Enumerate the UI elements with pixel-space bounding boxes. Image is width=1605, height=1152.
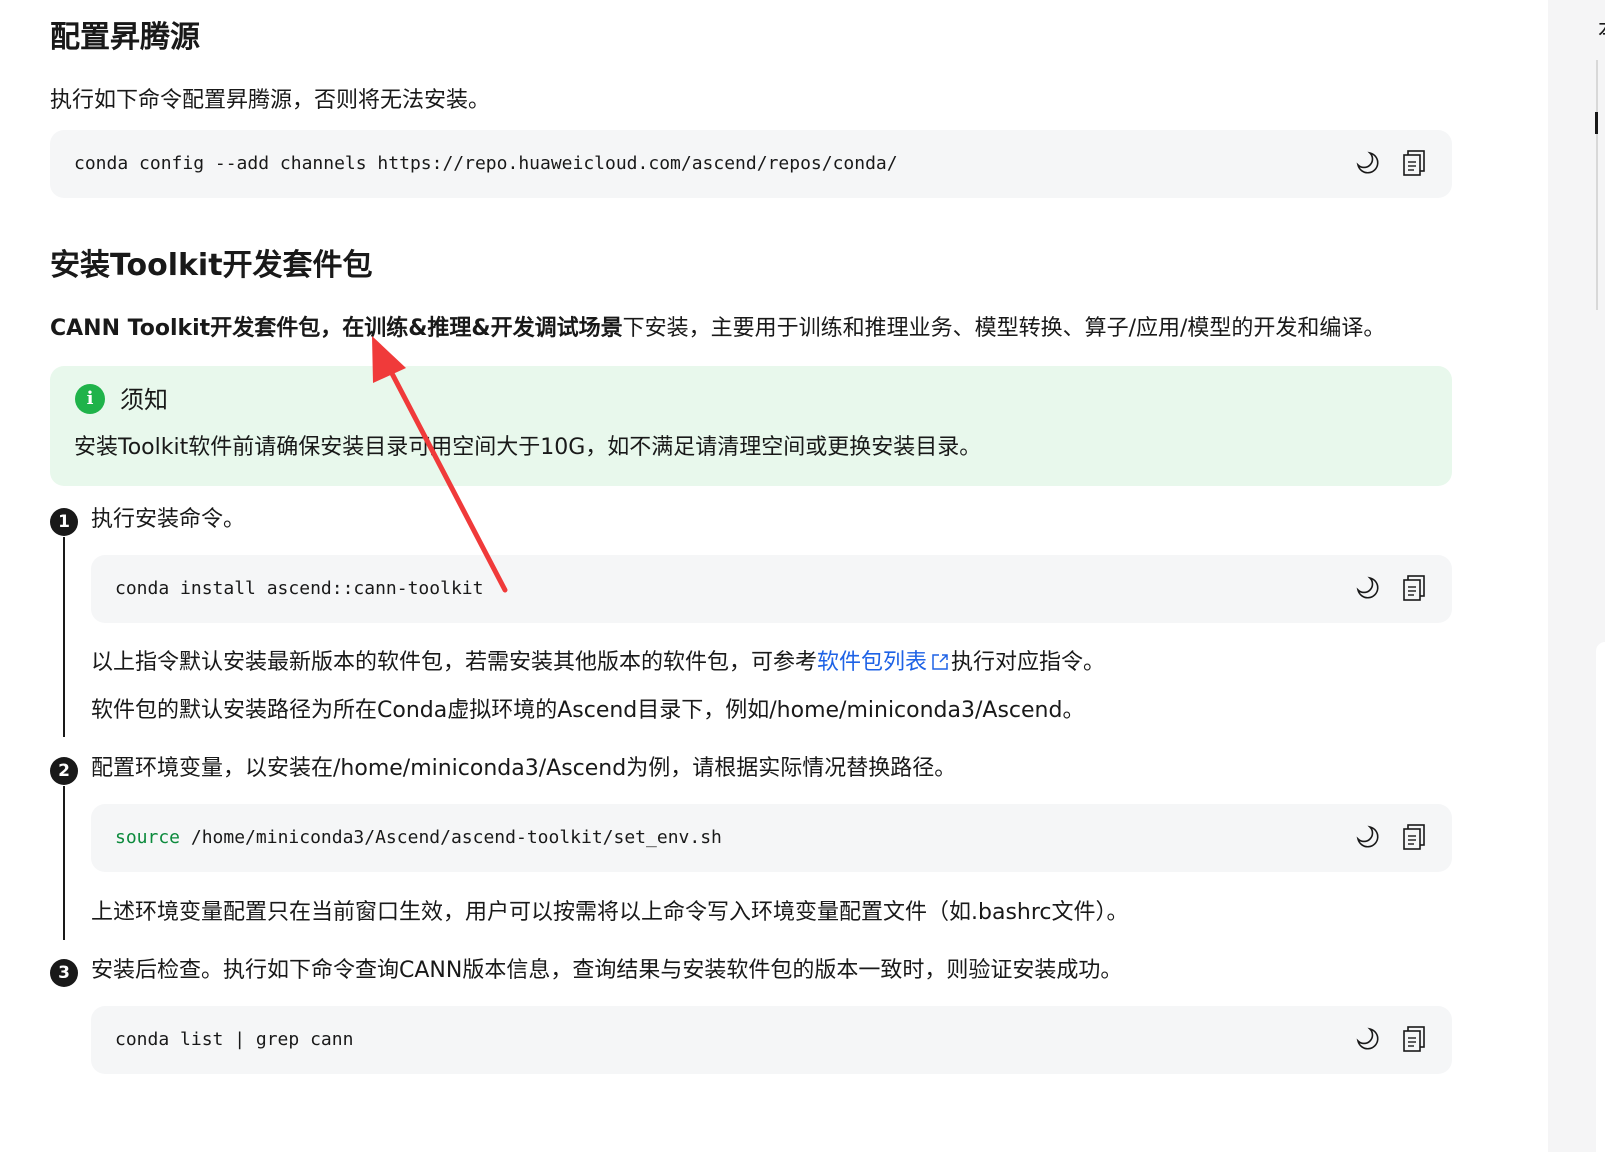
step-2-text: 配置环境变量，以安装在/home/miniconda3/Ascend为例，请根据… xyxy=(91,756,957,781)
note-text-pre: 以上指令默认安装最新版本的软件包，若需安装其他版本的软件包，可参考 xyxy=(91,650,818,675)
step-3-text: 安装后检查。执行如下命令查询CANN版本信息，查询结果与安装软件包的版本一致时，… xyxy=(91,958,1123,983)
code-block-install: conda install ascend::cann-toolkit xyxy=(91,555,1452,623)
external-link-icon[interactable] xyxy=(931,649,949,681)
code-text[interactable]: conda config --add channels https://repo… xyxy=(74,150,898,178)
toolkit-intro-rest: 下安装，主要用于训练和推理业务、模型转换、算子/应用/模型的开发和编译。 xyxy=(622,316,1386,341)
toolkit-intro-bold: CANN Toolkit开发套件包，在训练&推理&开发调试场景 xyxy=(50,316,623,341)
theme-toggle-icon[interactable] xyxy=(1354,148,1382,178)
notice-title: 须知 xyxy=(120,386,168,414)
copy-icon[interactable] xyxy=(1400,1024,1428,1054)
sidebar-panel-edge xyxy=(1596,642,1605,1152)
copy-icon[interactable] xyxy=(1400,148,1428,178)
section-title-repo: 配置昇腾源 xyxy=(50,20,200,55)
theme-toggle-icon[interactable] xyxy=(1354,1024,1382,1054)
step-connector-1 xyxy=(63,537,65,737)
sidebar-active-marker xyxy=(1595,112,1598,134)
repo-description: 执行如下命令配置昇腾源，否则将无法安装。 xyxy=(50,88,491,113)
code-keyword: source xyxy=(115,827,181,848)
section-title-toolkit: 安装Toolkit开发套件包 xyxy=(50,248,373,283)
copy-icon[interactable] xyxy=(1400,573,1428,603)
code-text[interactable]: conda install ascend::cann-toolkit xyxy=(115,575,483,603)
step-connector-2 xyxy=(63,786,65,940)
notice-box: i 须知 安装Toolkit软件前请确保安装目录可用空间大于10G，如不满足请清… xyxy=(50,366,1452,486)
step-1-text: 执行安装命令。 xyxy=(91,507,246,532)
code-block-repo: conda config --add channels https://repo… xyxy=(50,130,1452,198)
code-block-check: conda list | grep cann xyxy=(91,1006,1452,1074)
sidebar-scroll-track[interactable] xyxy=(1596,60,1598,310)
copy-icon[interactable] xyxy=(1400,822,1428,852)
toolkit-intro: CANN Toolkit开发套件包，在训练&推理&开发调试场景下安装，主要用于训… xyxy=(50,313,1385,345)
theme-toggle-icon[interactable] xyxy=(1354,573,1382,603)
step-number-3: 3 xyxy=(50,959,78,987)
code-text[interactable]: source /home/miniconda3/Ascend/ascend-to… xyxy=(115,824,722,852)
step-1-note-1: 以上指令默认安装最新版本的软件包，若需安装其他版本的软件包，可参考软件包列表 执行… xyxy=(91,647,1105,681)
notice-body: 安装Toolkit软件前请确保安装目录可用空间大于10G，如不满足请清理空间或更… xyxy=(74,435,982,460)
step-2-note: 上述环境变量配置只在当前窗口生效，用户可以按需将以上命令写入环境变量配置文件（如… xyxy=(91,900,1129,925)
code-text[interactable]: conda list | grep cann xyxy=(115,1026,353,1054)
step-number-2: 2 xyxy=(50,757,78,785)
package-list-link[interactable]: 软件包列表 xyxy=(817,650,927,675)
note-text-post: 执行对应指令。 xyxy=(951,650,1106,675)
step-1-note-2: 软件包的默认安装路径为所在Conda虚拟环境的Ascend目录下，例如/home… xyxy=(91,698,1085,723)
info-icon: i xyxy=(75,384,105,414)
code-path: /home/miniconda3/Ascend/ascend-toolkit/s… xyxy=(180,827,722,848)
sidebar-label[interactable]: 本 xyxy=(1598,12,1605,44)
code-block-env: source /home/miniconda3/Ascend/ascend-to… xyxy=(91,804,1452,872)
step-number-1: 1 xyxy=(50,508,78,536)
theme-toggle-icon[interactable] xyxy=(1354,822,1382,852)
